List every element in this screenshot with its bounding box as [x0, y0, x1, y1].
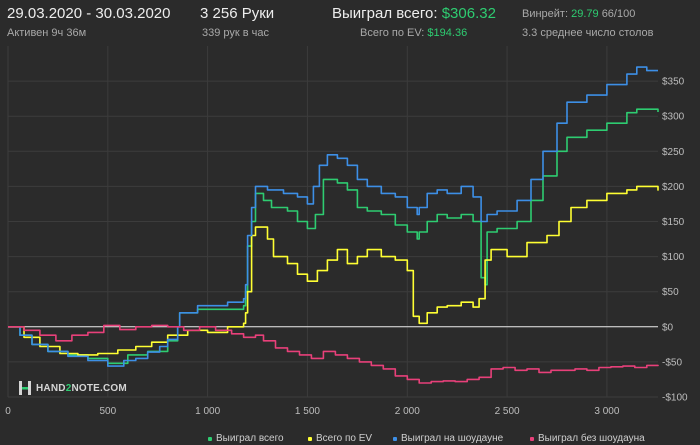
y-tick-label-4: $100	[662, 252, 685, 263]
legend-showdown-swatch	[393, 436, 397, 441]
y-tick-label-8: $300	[662, 112, 685, 123]
y-tick-label-3: $50	[662, 287, 679, 298]
ev-total: Всего по EV: $194.36	[360, 27, 467, 39]
y-tick-label-5: $150	[662, 217, 685, 228]
y-tick-label-2: $0	[662, 322, 674, 333]
legend-won-total-swatch	[208, 436, 212, 441]
winrate: Винрейт: 29.79 66/100	[522, 8, 635, 20]
legend-ev[interactable]: Всего по EV	[308, 433, 372, 444]
winrate-value: 29.79	[571, 8, 599, 20]
y-axis-ticks: -$100 -$50 $0 $50 $100 $150 $200 $250 $300 $350	[662, 77, 688, 404]
ev-label: Всего по EV:	[360, 27, 425, 39]
hand2note-logo: HAND2NOTE.COM	[18, 380, 127, 396]
x-tick-label-1: 500	[99, 406, 116, 417]
hand2note-logo-text: HAND2NOTE.COM	[36, 382, 127, 394]
legend-non-showdown[interactable]: Выиграл без шоудауна	[530, 433, 645, 444]
won-total-label: Выиграл всего:	[332, 5, 438, 22]
winrate-count: 66/100	[601, 8, 636, 20]
x-axis-ticks: 0 500 1 000 1 500 2 000 2 500 3 000	[5, 406, 620, 417]
y-tick-label-9: $350	[662, 77, 685, 88]
x-tick-label-4: 2 000	[395, 406, 420, 417]
legend-ev-swatch	[308, 436, 312, 441]
hands-per-hour: 339 рук в час	[202, 27, 270, 39]
y-tick-label-7: $250	[662, 147, 685, 158]
ev-value: $194.36	[427, 27, 468, 39]
legend-showdown[interactable]: Выиграл на шоудауне	[393, 433, 503, 444]
x-tick-label-3: 1 500	[295, 406, 320, 417]
y-tick-label-6: $200	[662, 182, 685, 193]
x-tick-label-0: 0	[5, 406, 11, 417]
date-range: 29.03.2020 - 30.03.2020	[7, 5, 171, 22]
series-line-1	[8, 185, 659, 356]
legend-won-total[interactable]: Выиграл всего	[208, 433, 284, 444]
hand2note-logo-icon	[19, 381, 31, 395]
y-tick-label-0: -$100	[662, 393, 688, 404]
active-time: Активен 9ч 36м	[7, 27, 87, 39]
won-total-value: $306.32	[441, 5, 496, 22]
avg-tables: 3.3 среднее число столов	[522, 27, 654, 39]
x-tick-label-6: 3 000	[594, 406, 619, 417]
y-tick-label-1: -$50	[662, 357, 682, 368]
legend-non-showdown-swatch	[530, 436, 534, 441]
chart-series	[8, 66, 659, 384]
x-tick-label-2: 1 000	[195, 406, 220, 417]
legend-showdown-label: Выиграл на шоудауне	[401, 433, 504, 444]
legend-ev-label: Всего по EV	[316, 433, 373, 444]
series-line-2	[8, 66, 658, 367]
chart-legend: Выиграл всего Всего по EV Выиграл на шоу…	[0, 432, 700, 445]
x-tick-label-5: 2 500	[495, 406, 520, 417]
legend-won-total-label: Выиграл всего	[216, 433, 284, 444]
won-total: Выиграл всего: $306.32	[332, 5, 496, 22]
profit-chart: -$100 -$50 $0 $50 $100 $150 $200 $250 $300 $350 0…	[5, 46, 688, 417]
hands-count: 3 256 Руки	[200, 5, 275, 22]
stats-header: 29.03.2020 - 30.03.2020 Активен 9ч 36м 3…	[0, 0, 700, 46]
legend-non-showdown-label: Выиграл без шоудауна	[538, 433, 645, 444]
winrate-label: Винрейт:	[522, 8, 569, 20]
